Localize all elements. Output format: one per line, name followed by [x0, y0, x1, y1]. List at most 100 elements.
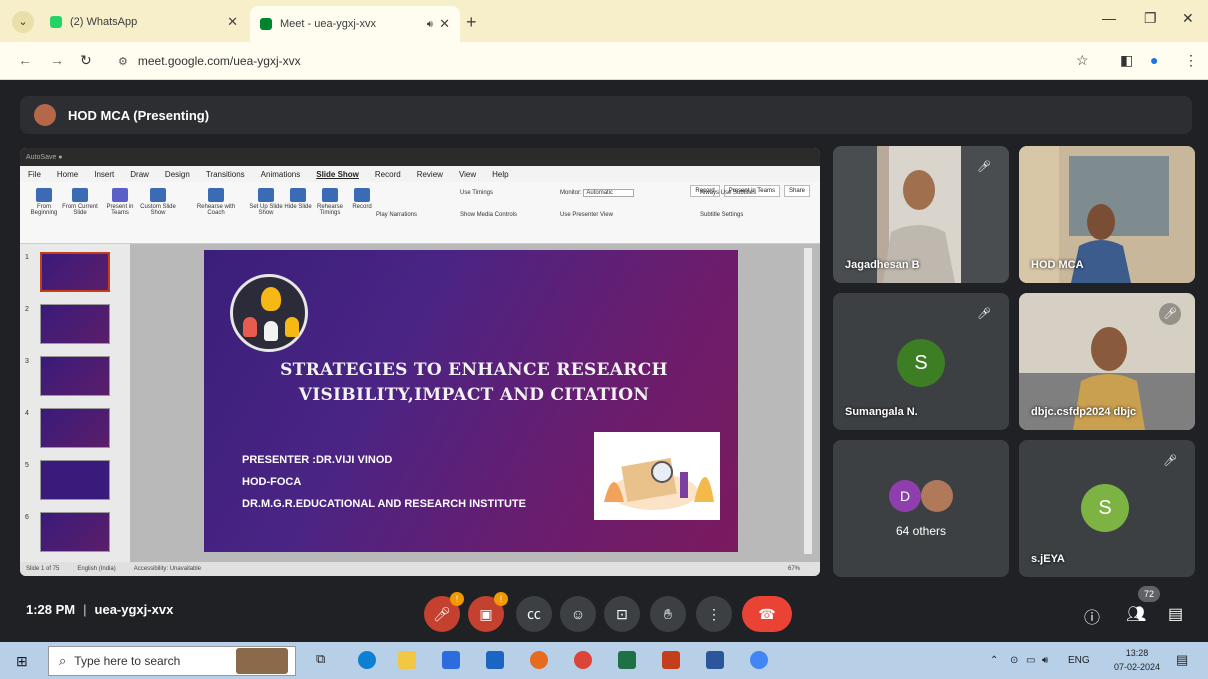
monitor-label-text: Monitor: — [560, 190, 582, 196]
slide-editing-area: STRATEGIES TO ENHANCE RESEARCH VISIBILIT… — [130, 244, 820, 562]
meet-favicon-icon — [260, 18, 272, 30]
status-language: English (India) — [77, 566, 116, 572]
tab-close-icon[interactable]: ✕ — [439, 16, 450, 32]
raise-hand-button[interactable]: ✋︎ — [650, 596, 686, 632]
notification-icon[interactable]: ▤ — [1176, 652, 1188, 668]
thumb-number: 6 — [25, 514, 29, 521]
emoji-reaction-button[interactable]: ☺ — [560, 596, 596, 632]
excel-icon[interactable] — [618, 651, 636, 669]
participant-count-badge: 72 — [1138, 586, 1160, 602]
menu-review: Review — [416, 169, 443, 179]
teams-icon — [112, 188, 128, 202]
windows-start-icon[interactable]: ⊞ — [16, 653, 28, 670]
more-options-button[interactable]: ⋮ — [696, 596, 732, 632]
participant-tile[interactable]: 🎤︎ S Sumangala N. — [833, 293, 1009, 430]
check-media-controls: Show Media Controls — [460, 212, 518, 218]
tab-search-dropdown-icon[interactable]: ⌄ — [12, 11, 34, 33]
person-icon — [285, 317, 299, 337]
participant-tile[interactable]: 🎤︎ dbjc.csfdp2024 dbjc — [1019, 293, 1195, 430]
close-window-icon[interactable]: ✕ — [1182, 10, 1194, 27]
meet-area: HOD MCA (Presenting) AutoSave ● File Hom… — [0, 80, 1208, 642]
person-icon — [243, 317, 257, 337]
language-indicator[interactable]: ENG — [1068, 655, 1090, 666]
tab-close-icon[interactable]: ✕ — [227, 14, 238, 30]
reload-icon[interactable]: ↻ — [80, 52, 92, 69]
mail-icon[interactable] — [486, 651, 504, 669]
participant-tile[interactable]: 🎤︎ S s.jEYA — [1019, 440, 1195, 577]
network-icon[interactable]: ⊙ — [1010, 655, 1018, 666]
chat-icon[interactable]: ▤ — [1168, 604, 1183, 624]
research-illustration — [594, 432, 720, 520]
ppt-menu-bar: File Home Insert Draw Design Transitions… — [20, 166, 820, 182]
word-icon[interactable] — [706, 651, 724, 669]
presenting-bar: HOD MCA (Presenting) — [20, 96, 1192, 134]
slide-thumbnail — [40, 460, 110, 500]
volume-icon[interactable]: 🔊︎ — [1042, 655, 1048, 666]
slide-role: HOD-FOCA — [242, 476, 302, 488]
status-accessibility: Accessibility: Unavailable — [133, 566, 202, 572]
mic-toggle-button[interactable]: 🎤︎! — [424, 592, 464, 632]
slide-thumbnail — [40, 252, 110, 292]
leave-call-button[interactable]: ☎ — [742, 596, 792, 632]
participant-avatar: S — [897, 339, 945, 387]
muted-mic-icon: 🎤︎ — [977, 161, 991, 173]
system-clock[interactable]: 13:28 07-02-2024 — [1114, 646, 1160, 674]
site-info-icon[interactable]: ⚙ — [118, 55, 128, 68]
menu-animations: Animations — [260, 169, 301, 179]
thumb-number: 5 — [25, 462, 29, 469]
back-icon[interactable]: ← — [18, 52, 32, 68]
file-explorer-icon[interactable] — [398, 651, 416, 669]
tray-chevron-icon[interactable]: ⌃ — [990, 655, 998, 666]
menu-kebab-icon[interactable]: ⋮ — [1184, 52, 1198, 69]
meeting-info: 1:28 PM | uea-ygxj-xvx — [26, 602, 173, 617]
profile-icon[interactable]: ● — [1150, 52, 1158, 68]
others-count: 64 others — [895, 524, 947, 538]
slide-title-line1: STRATEGIES TO ENHANCE RESEARCH — [280, 360, 668, 380]
side-panel-icon[interactable]: ◧ — [1120, 52, 1133, 69]
ppt-share-button: Share — [783, 185, 810, 197]
new-tab-icon[interactable]: + — [466, 12, 477, 33]
thumb-number: 2 — [25, 306, 29, 313]
people-icon[interactable]: 👥︎ — [1126, 604, 1146, 624]
ppt-scrollbar — [804, 248, 812, 554]
restore-icon[interactable]: ❐ — [1144, 10, 1157, 27]
windows-taskbar: ⊞ ⌕ Type here to search ⧉ ⌃ ⊙ ▭ 🔊︎ ENG 1… — [0, 642, 1208, 679]
audio-playing-icon[interactable]: 🔊︎ — [427, 19, 433, 30]
coach-icon — [208, 188, 224, 202]
camera-toggle-button[interactable]: ▣! — [468, 592, 508, 632]
minimize-icon[interactable]: — — [1102, 10, 1116, 26]
meeting-details-icon[interactable]: ⓘ — [1084, 604, 1100, 628]
chrome-icon[interactable] — [574, 651, 592, 669]
address-bar[interactable]: ⚙ meet.google.com/uea-ygxj-xvx — [104, 47, 1064, 75]
slide-title-line2: VISIBILITY,IMPACT AND CITATION — [298, 385, 650, 405]
captions-button[interactable]: ㏄ — [516, 596, 552, 632]
edge-icon[interactable] — [358, 651, 376, 669]
tab-whatsapp[interactable]: (2) WhatsApp ✕ — [40, 7, 248, 37]
firefox-icon[interactable] — [530, 651, 548, 669]
shared-screen: AutoSave ● File Home Insert Draw Design … — [20, 148, 820, 576]
task-view-icon[interactable]: ⧉ — [316, 651, 334, 669]
tab-title: Meet - uea-ygxj-xvx — [280, 18, 376, 30]
rb-label: Rehearse Timings — [316, 204, 343, 216]
rb-label: Hide Slide — [284, 204, 312, 210]
rb-rehearse-coach: Rehearse with Coach — [196, 188, 236, 216]
chrome-active-icon[interactable] — [750, 651, 768, 669]
subtitle-settings: Subtitle Settings — [700, 212, 744, 218]
setup-icon — [258, 188, 274, 202]
rb-label: From Beginning — [30, 204, 58, 216]
tab-meet[interactable]: Meet - uea-ygxj-xvx 🔊︎ ✕ — [250, 6, 460, 42]
menu-transitions: Transitions — [205, 169, 245, 179]
display-icon[interactable]: ▭ — [1026, 655, 1035, 666]
slide-institute: DR.M.G.R.EDUCATIONAL AND RESEARCH INSTIT… — [242, 498, 526, 510]
participant-tile[interactable]: 🎤︎ Jagadhesan B — [833, 146, 1009, 283]
present-screen-button[interactable]: ⊡ — [604, 596, 640, 632]
thumb-number: 3 — [25, 358, 29, 365]
slideshow-icon — [36, 188, 52, 202]
participant-tile[interactable]: HOD MCA — [1019, 146, 1195, 283]
bookmark-star-icon[interactable]: ☆ — [1076, 52, 1089, 69]
store-icon[interactable] — [442, 651, 460, 669]
record-icon — [354, 188, 370, 202]
powerpoint-icon[interactable] — [662, 651, 680, 669]
forward-icon[interactable]: → — [50, 52, 64, 68]
others-tile[interactable]: D 64 others — [833, 440, 1009, 577]
